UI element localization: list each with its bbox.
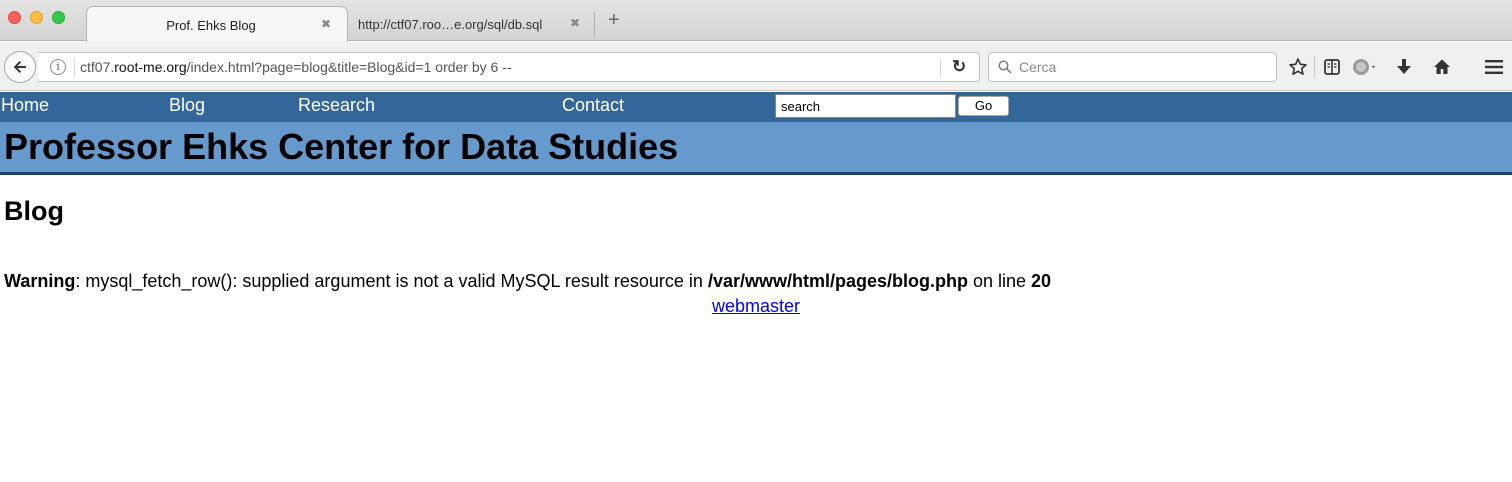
new-tab-button[interactable]: + xyxy=(608,10,620,30)
url-path: /index.html?page=blog&title=Blog&id=1 or… xyxy=(186,59,512,75)
site-navigation: Home Blog Research Contact Go xyxy=(0,92,1512,122)
address-bar[interactable]: i ctf07.root-me.org/index.html?page=blog… xyxy=(38,52,980,82)
home-icon[interactable] xyxy=(1430,55,1454,79)
tab-db-sql[interactable]: http://ctf07.roo…e.org/sql/db.sql ✖ xyxy=(348,6,594,42)
reload-divider xyxy=(940,58,941,77)
nav-link-home[interactable]: Home xyxy=(1,95,49,116)
url-text[interactable]: ctf07.root-me.org/index.html?page=blog&t… xyxy=(80,59,512,75)
star-icon[interactable] xyxy=(1286,55,1310,79)
reading-list-icon[interactable] xyxy=(1320,55,1344,79)
tab-close-icon[interactable]: ✖ xyxy=(321,17,331,31)
tab-title: Prof. Ehks Blog xyxy=(166,18,256,33)
nav-link-contact[interactable]: Contact xyxy=(562,95,624,116)
warning-file-path: /var/www/html/pages/blog.php xyxy=(707,271,968,291)
warning-line-number: 20 xyxy=(1031,271,1052,291)
url-prefix: ctf07. xyxy=(80,59,115,75)
globe-icon[interactable] xyxy=(1350,55,1380,79)
toolbar-divider xyxy=(1314,56,1315,78)
header-banner: Professor Ehks Center for Data Studies xyxy=(0,122,1512,175)
site-search-input[interactable] xyxy=(775,94,956,118)
browser-toolbar: i ctf07.root-me.org/index.html?page=blog… xyxy=(0,42,1512,91)
tab-prof-ehks-blog[interactable]: Prof. Ehks Blog ✖ xyxy=(86,6,348,42)
browser-search-input[interactable] xyxy=(1019,58,1269,76)
window-close-button[interactable] xyxy=(8,11,21,24)
tab-strip: Prof. Ehks Blog ✖ http://ctf07.roo…e.org… xyxy=(0,0,1512,42)
back-arrow-icon xyxy=(13,61,26,73)
go-button[interactable]: Go xyxy=(958,96,1009,116)
php-warning-message: Warning: mysql_fetch_row(): supplied arg… xyxy=(4,271,1051,292)
page-heading: Blog xyxy=(4,196,64,226)
nav-link-research[interactable]: Research xyxy=(298,95,375,116)
tab-title: http://ctf07.roo…e.org/sql/db.sql xyxy=(358,17,543,32)
window-minimize-button[interactable] xyxy=(30,11,43,24)
footer: webmaster xyxy=(0,296,1512,317)
browser-search-bar[interactable] xyxy=(988,52,1277,82)
info-icon[interactable]: i xyxy=(50,59,66,75)
url-host: root-me.org xyxy=(114,59,187,75)
reload-icon[interactable]: ↻ xyxy=(952,57,966,77)
tab-divider xyxy=(594,12,595,36)
site-title: Professor Ehks Center for Data Studies xyxy=(4,126,679,167)
warning-on-line-text: on line xyxy=(967,271,1032,291)
search-icon xyxy=(998,60,1012,74)
warning-label: Warning xyxy=(4,271,76,291)
webmaster-link[interactable]: webmaster xyxy=(712,296,800,316)
back-button[interactable] xyxy=(4,51,36,83)
window-maximize-button[interactable] xyxy=(52,11,65,24)
warning-text: : mysql_fetch_row(): supplied argument i… xyxy=(75,271,708,291)
tab-close-icon[interactable]: ✖ xyxy=(570,16,580,30)
hamburger-menu-icon[interactable] xyxy=(1482,55,1506,79)
download-icon[interactable] xyxy=(1392,55,1416,79)
nav-link-blog[interactable]: Blog xyxy=(169,95,205,116)
url-divider xyxy=(74,58,75,77)
